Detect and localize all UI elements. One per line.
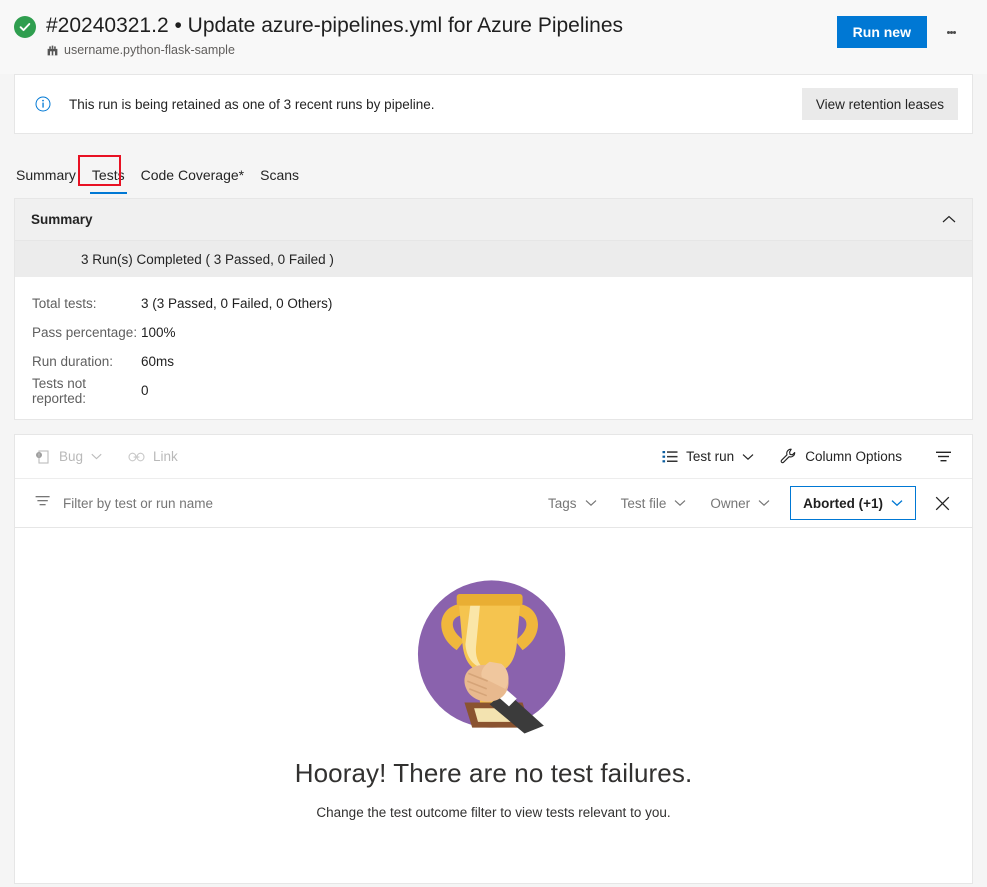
view-retention-leases-button[interactable]: View retention leases (801, 88, 958, 120)
stat-row: Tests not reported: 0 (15, 375, 972, 406)
tab-tests[interactable]: Tests (84, 166, 133, 194)
stat-label: Run duration: (32, 354, 114, 369)
summary-runs-line: 3 Run(s) Completed ( 3 Passed, 0 Failed … (15, 241, 972, 277)
link-label: Link (153, 449, 178, 464)
column-options-label: Column Options (805, 449, 902, 464)
test-file-filter[interactable]: Test file (617, 487, 691, 519)
search-filter-wrap (35, 494, 544, 512)
search-input[interactable] (63, 495, 443, 511)
tests-toolbar-card: ! Bug Link Test run Column Options Filte… (14, 434, 973, 528)
test-run-grouping-button[interactable]: Test run (662, 449, 754, 464)
stat-label: Total tests: (32, 296, 97, 311)
empty-state-title: Hooray! There are no test failures. (294, 758, 693, 788)
chevron-down-icon (674, 499, 686, 507)
empty-state-subtitle: Change the test outcome filter to view t… (316, 805, 671, 820)
chevron-down-icon (585, 499, 597, 507)
chevron-down-icon (758, 499, 770, 507)
bug-label: Bug (59, 449, 84, 464)
link-button[interactable]: Link (128, 449, 178, 464)
more-actions-icon[interactable] (935, 16, 967, 48)
stat-row: Total tests: 3 (3 Passed, 0 Failed, 0 Ot… (15, 289, 972, 318)
chevron-down-icon (742, 453, 754, 461)
info-icon (35, 96, 51, 112)
chevron-down-icon (91, 453, 102, 460)
stat-value: 60ms (141, 354, 175, 369)
stat-row: Run duration: 60ms (15, 347, 972, 376)
stat-value: 3 (3 Passed, 0 Failed, 0 Others) (141, 296, 333, 311)
stat-value: 0 (141, 383, 149, 398)
test-file-label: Test file (620, 495, 667, 511)
tab-code-coverage[interactable]: Code Coverage* (133, 166, 253, 194)
close-icon[interactable] (926, 487, 958, 519)
page-root: #20240321.2 • Update azure-pipelines.yml… (0, 0, 987, 887)
retention-banner-text: This run is being retained as one of 3 r… (69, 96, 435, 112)
filter-icon (35, 494, 51, 512)
summary-card: Summary 3 Run(s) Completed ( 3 Passed, 0… (14, 198, 973, 420)
summary-stats: Total tests: 3 (3 Passed, 0 Failed, 0 Ot… (15, 277, 972, 419)
run-new-button[interactable]: Run new (836, 16, 927, 48)
stat-label: Pass percentage: (32, 325, 138, 340)
list-icon (662, 450, 678, 464)
retention-banner: This run is being retained as one of 3 r… (14, 74, 973, 134)
test-run-label: Test run (686, 449, 735, 464)
bug-icon: ! (35, 449, 51, 465)
chevron-down-icon (891, 499, 903, 507)
page-header: #20240321.2 • Update azure-pipelines.yml… (0, 0, 987, 74)
trophy-illustration (416, 576, 571, 734)
summary-card-header[interactable]: Summary (15, 199, 972, 241)
summary-heading: Summary (31, 212, 93, 227)
tags-label: Tags (548, 495, 577, 511)
tags-filter[interactable]: Tags (544, 487, 601, 519)
chevron-up-icon[interactable] (942, 215, 956, 224)
header-actions: Run new (836, 16, 967, 48)
owner-label: Owner (710, 495, 751, 511)
tests-toolbar: ! Bug Link Test run Column Options (15, 435, 972, 479)
repository-icon (46, 44, 59, 57)
retention-banner-wrap: This run is being retained as one of 3 r… (0, 74, 987, 134)
owner-filter[interactable]: Owner (706, 487, 774, 519)
empty-state: Hooray! There are no test failures. Chan… (14, 528, 973, 884)
bug-button[interactable]: ! Bug (35, 449, 102, 465)
title-block: #20240321.2 • Update azure-pipelines.yml… (46, 12, 837, 57)
tab-bar: Summary Tests Code Coverage* Scans (0, 146, 987, 194)
stat-label: Tests not reported: (32, 375, 87, 406)
outcome-label: Aborted (+1) (803, 495, 883, 511)
success-check-icon (14, 16, 36, 38)
svg-text:!: ! (38, 452, 39, 457)
filter-row: Tags Test file Owner Aborted (+1) (15, 479, 972, 527)
repository-name: username.python-flask-sample (64, 43, 235, 57)
repo-subtitle: username.python-flask-sample (46, 43, 837, 57)
outcome-filter[interactable]: Aborted (+1) (790, 486, 916, 520)
tab-summary[interactable]: Summary (8, 166, 84, 194)
stat-row: Pass percentage: 100% (15, 318, 972, 347)
wrench-icon (780, 448, 797, 465)
page-title: #20240321.2 • Update azure-pipelines.yml… (46, 14, 624, 37)
tab-scans[interactable]: Scans (252, 166, 307, 194)
column-options-button[interactable]: Column Options (780, 448, 902, 465)
link-icon (128, 451, 145, 463)
filter-toggle-icon[interactable] (928, 442, 958, 472)
stat-value: 100% (141, 325, 176, 340)
